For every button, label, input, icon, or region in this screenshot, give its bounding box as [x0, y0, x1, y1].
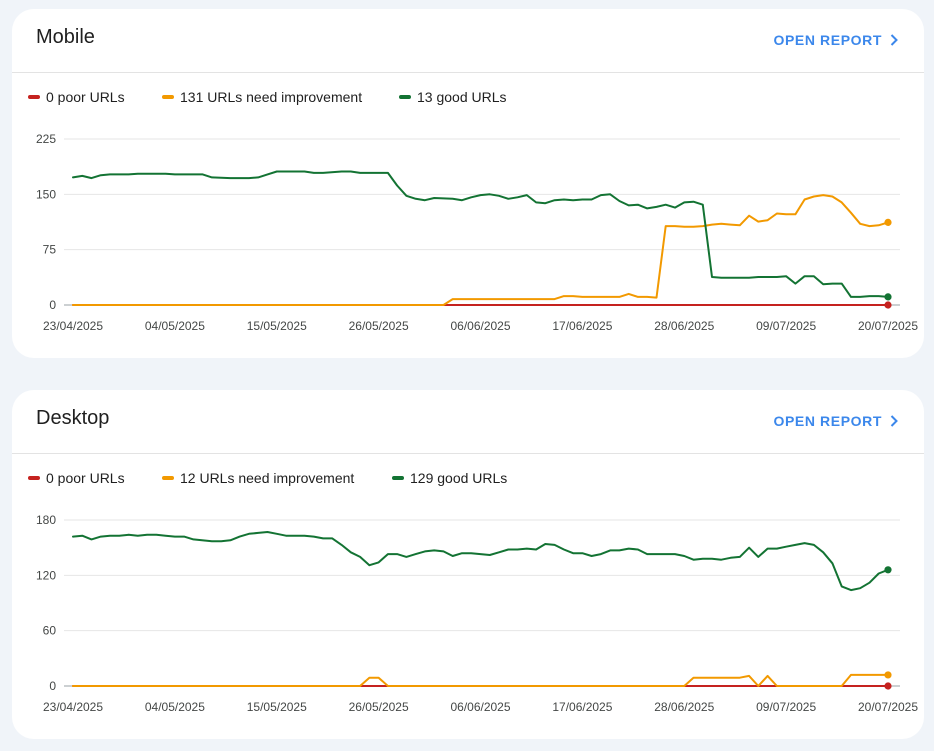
open-report-label: OPEN REPORT — [773, 413, 882, 429]
series-end-marker[interactable] — [884, 566, 892, 574]
legend-item-needs-improvement[interactable]: 12 URLs need improvement — [162, 470, 354, 486]
x-tick-label: 28/06/2025 — [654, 700, 714, 714]
legend-swatch-needs-improvement — [162, 476, 174, 480]
y-tick-label: 150 — [36, 187, 56, 201]
x-tick-label: 04/05/2025 — [145, 700, 205, 714]
x-tick-label: 06/06/2025 — [450, 319, 510, 333]
legend-label-poor: 0 poor URLs — [46, 89, 125, 105]
x-tick-label: 17/06/2025 — [552, 319, 612, 333]
legend-label-needs-improvement: 131 URLs need improvement — [180, 89, 363, 105]
mobile-card-header: Mobile OPEN REPORT — [12, 9, 924, 73]
series-end-marker[interactable] — [884, 301, 892, 309]
chevron-right-icon — [890, 34, 898, 46]
x-tick-label: 09/07/2025 — [756, 700, 816, 714]
open-report-label: OPEN REPORT — [773, 32, 882, 48]
x-tick-label: 06/06/2025 — [450, 700, 510, 714]
y-tick-label: 0 — [49, 298, 56, 312]
desktop-line-chart: 0 60 120 180 23/04/2025 04/05/2025 15/05/2025 2… — [36, 513, 918, 714]
x-tick-label: 20/07/2025 — [858, 700, 918, 714]
legend-item-needs-improvement[interactable]: 131 URLs need improvement — [162, 89, 362, 105]
series-end-marker[interactable] — [884, 682, 892, 690]
x-tick-label: 04/05/2025 — [145, 319, 205, 333]
legend-swatch-good — [399, 95, 411, 99]
mobile-report-card: Mobile OPEN REPORT 0 poor URLs 131 URLs … — [12, 9, 924, 358]
x-tick-label: 23/04/2025 — [43, 319, 103, 333]
legend-swatch-needs-improvement — [162, 95, 174, 99]
desktop-open-report-link[interactable]: OPEN REPORT — [773, 413, 898, 429]
legend-swatch-good — [392, 476, 404, 480]
series-end-marker[interactable] — [884, 218, 892, 226]
y-tick-label: 120 — [36, 568, 56, 582]
legend-item-good[interactable]: 13 good URLs — [399, 89, 507, 105]
y-tick-label: 225 — [36, 132, 56, 146]
series-end-marker[interactable] — [884, 293, 892, 301]
mobile-open-report-link[interactable]: OPEN REPORT — [773, 32, 898, 48]
y-tick-label: 180 — [36, 513, 56, 527]
legend-swatch-poor — [28, 95, 40, 99]
x-tick-label: 26/05/2025 — [349, 319, 409, 333]
legend-item-poor[interactable]: 0 poor URLs — [28, 470, 125, 486]
series-end-marker[interactable] — [884, 671, 892, 679]
legend-swatch-poor — [28, 476, 40, 480]
series-line[interactable] — [72, 170, 889, 298]
x-tick-label: 15/05/2025 — [247, 319, 307, 333]
legend-label-good: 13 good URLs — [417, 89, 507, 105]
mobile-card-title: Mobile — [36, 26, 95, 48]
x-tick-label: 28/06/2025 — [654, 319, 714, 333]
legend-label-good: 129 good URLs — [410, 470, 508, 486]
y-tick-label: 0 — [49, 679, 56, 693]
desktop-card-header: Desktop OPEN REPORT — [12, 390, 924, 454]
desktop-card-title: Desktop — [36, 407, 110, 429]
y-tick-label: 60 — [43, 624, 57, 638]
y-tick-label: 75 — [43, 243, 57, 257]
mobile-line-chart: 0 75 150 225 23/04/2025 04/05/2025 15/05/2025 2… — [36, 132, 918, 333]
x-tick-label: 17/06/2025 — [552, 700, 612, 714]
x-tick-label: 09/07/2025 — [756, 319, 816, 333]
legend-label-needs-improvement: 12 URLs need improvement — [180, 470, 355, 486]
legend-label-poor: 0 poor URLs — [46, 470, 125, 486]
x-tick-label: 15/05/2025 — [247, 700, 307, 714]
chevron-right-icon — [890, 415, 898, 427]
legend-item-good[interactable]: 129 good URLs — [392, 470, 507, 486]
series-line[interactable] — [72, 673, 889, 687]
series-line[interactable] — [72, 531, 889, 592]
desktop-report-card: Desktop OPEN REPORT 0 poor URLs 12 URLs … — [12, 390, 924, 739]
legend-item-poor[interactable]: 0 poor URLs — [28, 89, 125, 105]
x-tick-label: 20/07/2025 — [858, 319, 918, 333]
x-tick-label: 23/04/2025 — [43, 700, 103, 714]
x-tick-label: 26/05/2025 — [349, 700, 409, 714]
